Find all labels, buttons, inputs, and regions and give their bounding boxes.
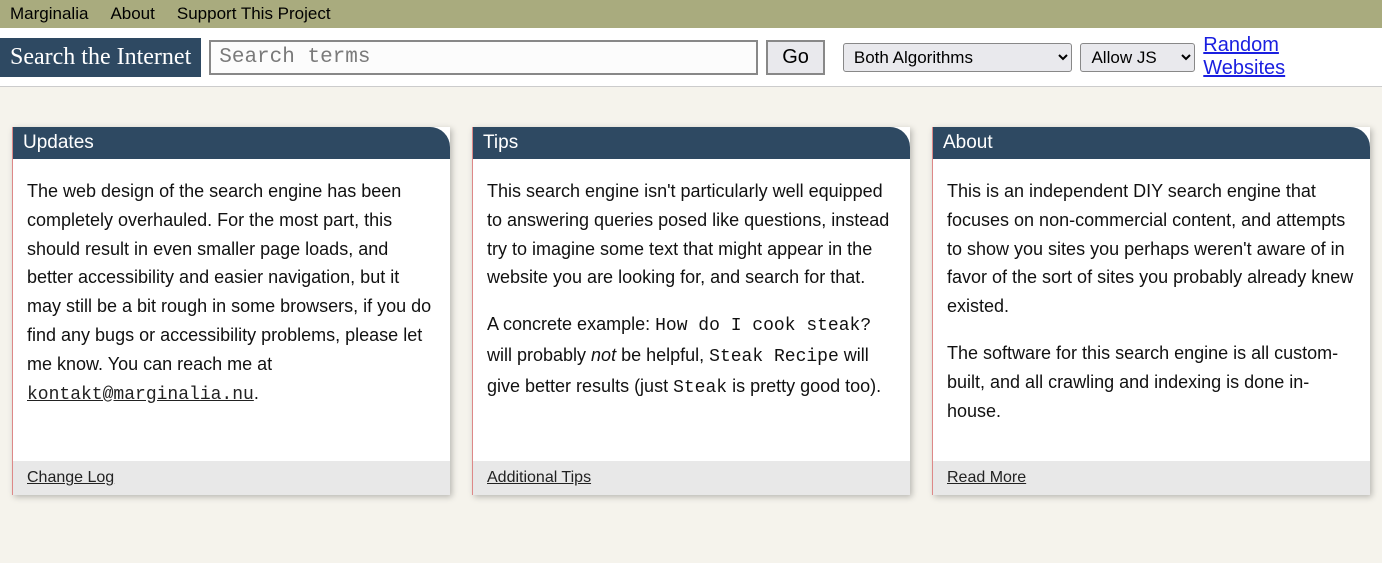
nav-marginalia[interactable]: Marginalia bbox=[10, 4, 88, 24]
read-more-link[interactable]: Read More bbox=[947, 469, 1026, 486]
tips-p2: A concrete example: How do I cook steak?… bbox=[487, 310, 896, 402]
about-p1: This is an independent DIY search engine… bbox=[947, 177, 1356, 321]
about-title: About bbox=[933, 127, 1370, 159]
change-log-link[interactable]: Change Log bbox=[27, 469, 114, 486]
additional-tips-link[interactable]: Additional Tips bbox=[487, 469, 591, 486]
algorithm-select[interactable]: Both Algorithms bbox=[843, 43, 1073, 72]
nav-support[interactable]: Support This Project bbox=[177, 4, 331, 24]
updates-card: Updates The web design of the search eng… bbox=[12, 127, 450, 495]
tips-title: Tips bbox=[473, 127, 910, 159]
search-label: Search the Internet bbox=[0, 38, 201, 77]
search-bar: Search the Internet Go Both Algorithms A… bbox=[0, 28, 1382, 87]
js-select[interactable]: Allow JS bbox=[1080, 43, 1195, 72]
tips-card: Tips This search engine isn't particular… bbox=[472, 127, 910, 495]
updates-title: Updates bbox=[13, 127, 450, 159]
card-row: Updates The web design of the search eng… bbox=[0, 87, 1382, 515]
updates-body: The web design of the search engine has … bbox=[13, 159, 450, 461]
go-button[interactable]: Go bbox=[766, 40, 825, 75]
tips-body: This search engine isn't particularly we… bbox=[473, 159, 910, 461]
about-footer: Read More bbox=[933, 461, 1370, 495]
updates-text-end: . bbox=[254, 383, 259, 403]
tips-footer: Additional Tips bbox=[473, 461, 910, 495]
tips-p1: This search engine isn't particularly we… bbox=[487, 177, 896, 292]
code-example-2: Steak Recipe bbox=[709, 347, 839, 367]
updates-text: The web design of the search engine has … bbox=[27, 181, 431, 374]
random-websites-link[interactable]: Random Websites bbox=[1203, 34, 1366, 80]
search-input[interactable] bbox=[209, 40, 758, 75]
updates-footer: Change Log bbox=[13, 461, 450, 495]
top-nav: Marginalia About Support This Project bbox=[0, 0, 1382, 28]
about-p2: The software for this search engine is a… bbox=[947, 339, 1356, 425]
code-example-3: Steak bbox=[673, 378, 727, 398]
about-card: About This is an independent DIY search … bbox=[932, 127, 1370, 495]
code-example-1: How do I cook steak? bbox=[655, 316, 871, 336]
contact-email-link[interactable]: kontakt@marginalia.nu bbox=[27, 385, 254, 405]
emphasis-not: not bbox=[591, 345, 616, 365]
about-body: This is an independent DIY search engine… bbox=[933, 159, 1370, 461]
nav-about[interactable]: About bbox=[110, 4, 154, 24]
